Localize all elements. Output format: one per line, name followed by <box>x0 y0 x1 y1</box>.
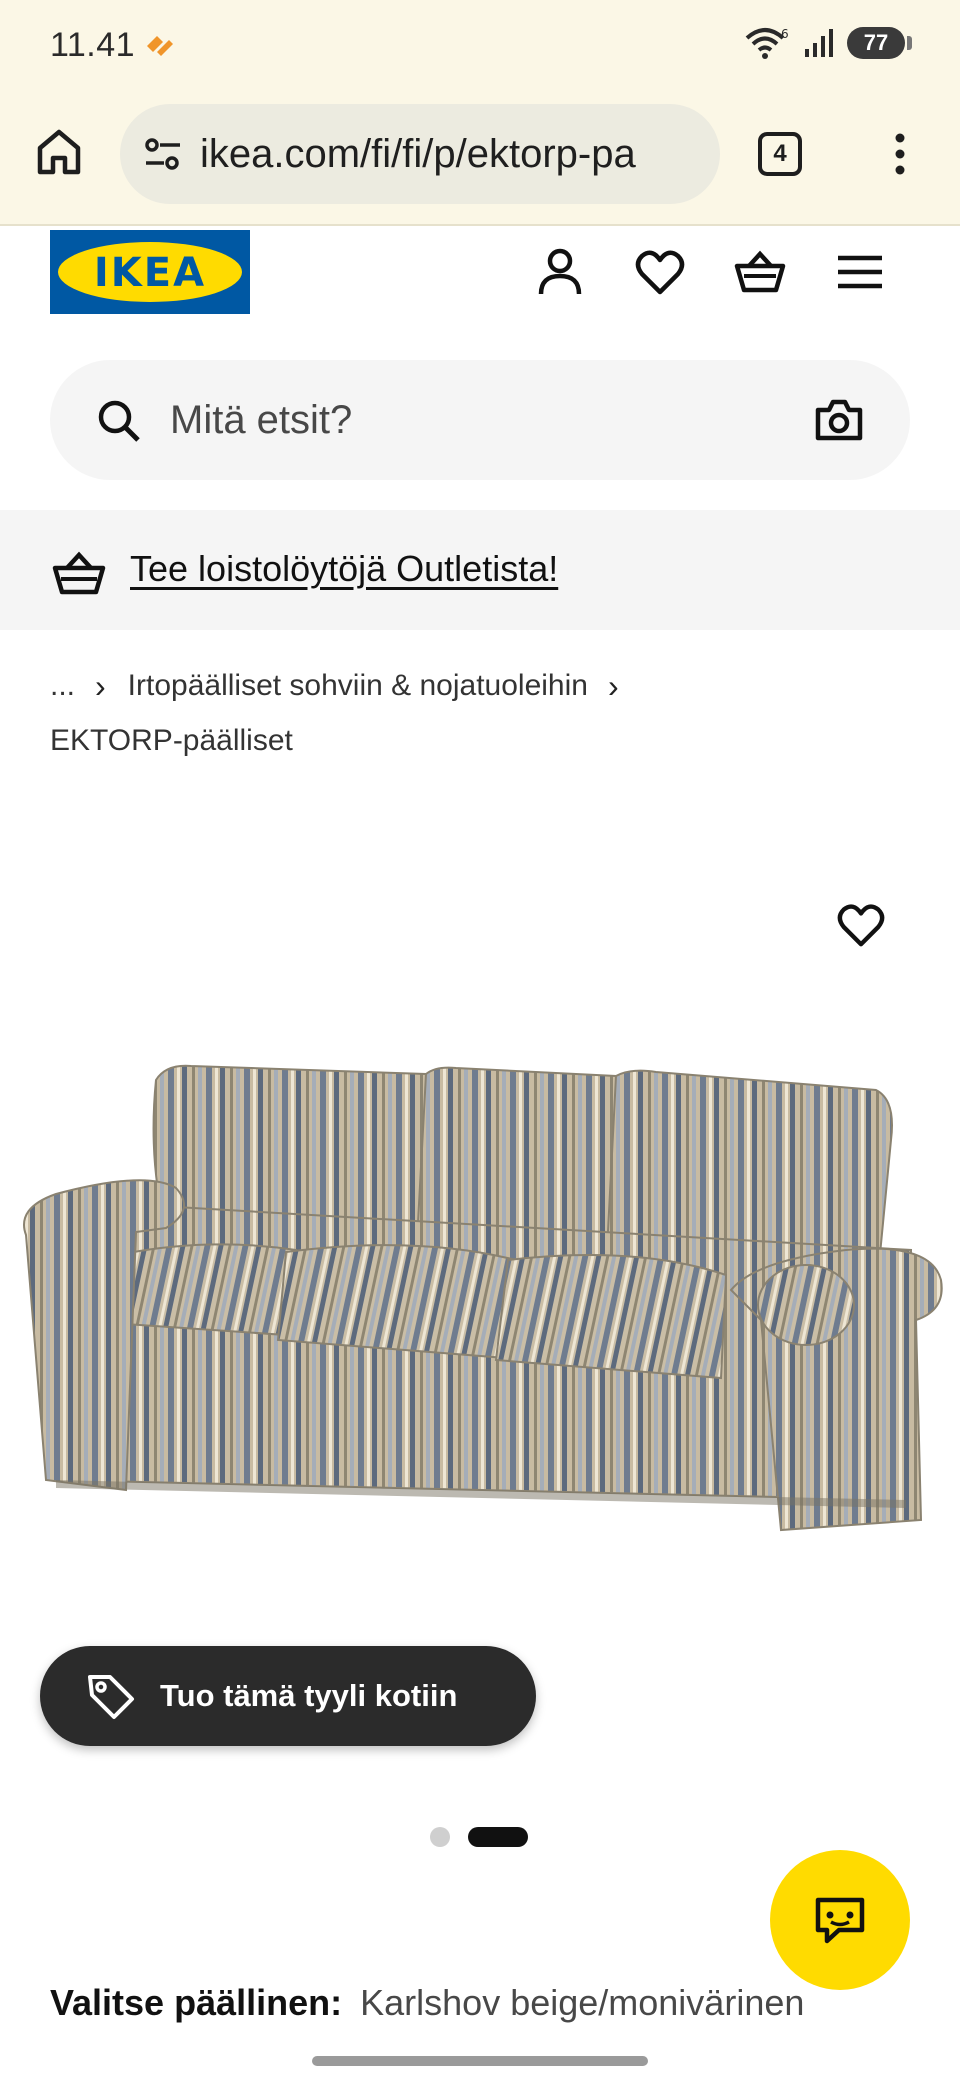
search-bar[interactable]: Mitä etsit? <box>50 360 910 480</box>
search-input[interactable]: Mitä etsit? <box>170 398 352 443</box>
breadcrumb-category-link[interactable]: Irtopäälliset sohviin & nojatuoleihin <box>128 669 588 703</box>
url-text: ikea.com/fi/fi/p/ektorp-pa <box>200 131 636 176</box>
chevron-right-icon: › <box>95 667 106 704</box>
search-icon <box>98 400 140 442</box>
menu-icon[interactable] <box>834 246 886 298</box>
gesture-handle[interactable] <box>312 2056 648 2066</box>
add-to-favourites-icon[interactable] <box>836 900 886 950</box>
breadcrumb-current: EKTORP-päälliset <box>50 724 293 757</box>
signal-icon <box>805 29 833 57</box>
status-time: 11.41 <box>50 26 136 64</box>
browser-toolbar: ikea.com/fi/fi/p/ektorp-pa 4 <box>0 92 960 226</box>
account-icon[interactable] <box>534 246 586 298</box>
chat-button[interactable] <box>770 1850 910 1990</box>
basket-icon <box>52 551 106 595</box>
site-header: IKEA <box>0 226 960 336</box>
logo-text: IKEA <box>94 250 206 296</box>
cover-value: Karlshov beige/monivärinen <box>360 1982 805 2023</box>
status-icons: 6 77 <box>745 26 912 60</box>
gallery-dot[interactable] <box>430 1827 450 1847</box>
site-settings-icon[interactable] <box>142 133 184 175</box>
cover-label: Valitse päällinen: <box>50 1982 343 2023</box>
address-bar[interactable]: ikea.com/fi/fi/p/ektorp-pa <box>120 104 720 204</box>
gallery-pagination <box>430 1827 528 1847</box>
shop-the-look-button[interactable]: Tuo tämä tyyli kotiin <box>40 1646 536 1746</box>
chevron-right-icon: › <box>607 667 619 704</box>
breadcrumb-ellipsis[interactable]: ... <box>50 669 75 703</box>
tab-switcher-button[interactable]: 4 <box>758 132 802 176</box>
status-bar: 11.41 6 77 <box>0 0 960 92</box>
chat-bubble-icon <box>815 1897 865 1944</box>
app-notification-icon <box>147 36 173 56</box>
home-icon[interactable] <box>34 126 84 178</box>
product-image[interactable] <box>16 1060 946 1560</box>
battery-tip <box>907 36 912 50</box>
ikea-logo[interactable]: IKEA <box>50 230 250 314</box>
wifi-icon: 6 <box>745 27 789 59</box>
outlet-banner[interactable]: Tee loistolöytöjä Outletista! <box>0 510 960 630</box>
outlet-link[interactable]: Tee loistolöytöjä Outletista! <box>130 548 558 590</box>
shop-the-look-label: Tuo tämä tyyli kotiin <box>160 1678 458 1713</box>
gallery-dot-active[interactable] <box>468 1827 528 1847</box>
tag-icon <box>88 1675 134 1719</box>
cart-icon[interactable] <box>734 246 786 298</box>
battery-indicator: 77 <box>847 27 905 59</box>
cover-selector[interactable]: Valitse päällinen: Karlshov beige/monivär… <box>50 1982 804 2024</box>
camera-icon[interactable] <box>814 396 864 444</box>
svg-text:6: 6 <box>781 27 789 41</box>
screen: 11.41 6 77 ikea.com/fi/fi/p/ektorp-pa 4 … <box>0 0 960 2080</box>
breadcrumb: ... › Irtopäälliset sohviin & nojatuolei… <box>50 664 910 758</box>
more-options-icon[interactable] <box>890 130 910 178</box>
favourites-icon[interactable] <box>634 246 686 298</box>
